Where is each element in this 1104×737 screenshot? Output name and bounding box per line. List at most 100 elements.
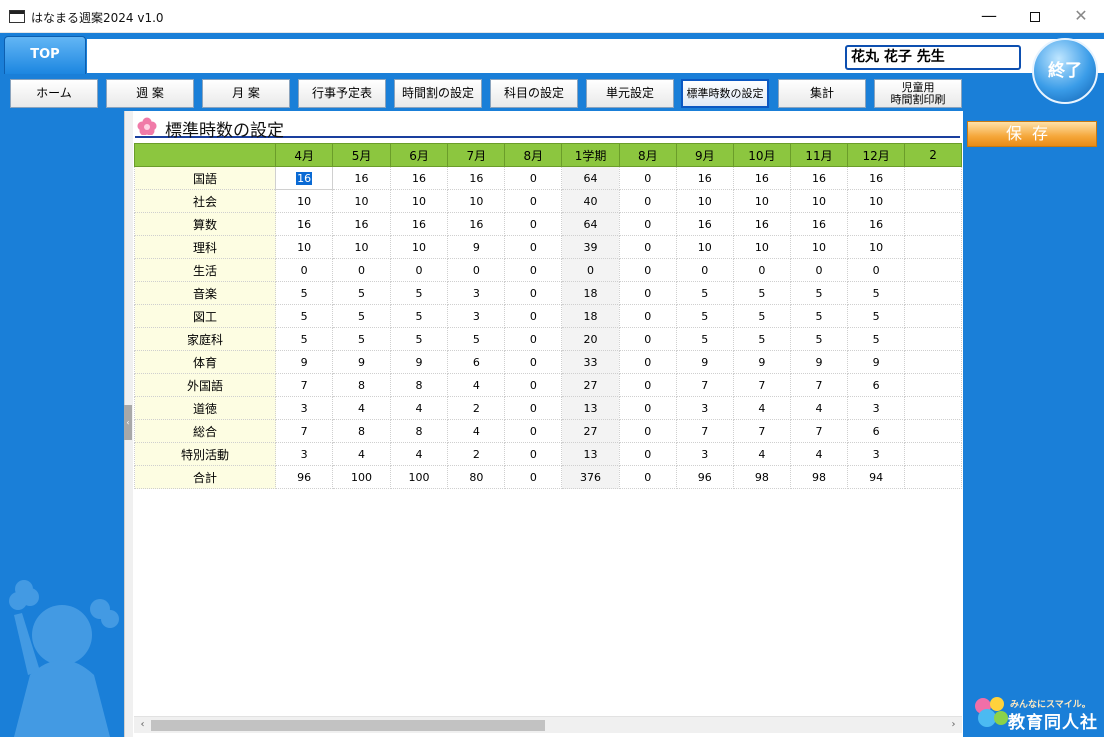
hours-cell[interactable]: 0 — [504, 189, 563, 213]
hours-cell[interactable]: 16 — [847, 166, 906, 190]
hours-cell-partial[interactable] — [904, 189, 962, 213]
hours-cell[interactable]: 0 — [504, 281, 563, 305]
hours-cell-partial[interactable] — [904, 258, 962, 282]
hours-cell-partial[interactable] — [904, 212, 962, 236]
hours-cell[interactable]: 4 — [332, 396, 391, 420]
hours-cell[interactable]: 40 — [561, 189, 620, 213]
hours-cell[interactable]: 7 — [789, 419, 849, 443]
hours-cell[interactable]: 0 — [618, 212, 677, 236]
hours-cell[interactable]: 3 — [447, 281, 506, 305]
hours-cell[interactable]: 0 — [504, 419, 563, 443]
hours-cell[interactable]: 0 — [789, 258, 849, 282]
hours-cell[interactable]: 9 — [447, 235, 506, 259]
hours-cell[interactable]: 4 — [389, 442, 449, 466]
hours-cell[interactable]: 0 — [504, 258, 563, 282]
hours-cell-partial[interactable] — [904, 235, 962, 259]
hours-cell[interactable]: 16 — [847, 212, 906, 236]
hours-cell[interactable]: 9 — [675, 350, 734, 374]
hours-cell[interactable]: 10 — [332, 235, 391, 259]
hours-cell[interactable]: 0 — [732, 258, 791, 282]
hours-cell[interactable]: 4 — [332, 442, 391, 466]
hours-cell[interactable]: 100 — [332, 465, 391, 489]
hours-cell[interactable]: 0 — [618, 419, 677, 443]
hours-cell[interactable]: 0 — [618, 189, 677, 213]
hours-cell[interactable]: 0 — [618, 281, 677, 305]
hours-cell[interactable]: 10 — [275, 189, 334, 213]
hours-cell[interactable]: 64 — [561, 212, 620, 236]
hours-cell[interactable]: 10 — [847, 189, 906, 213]
hours-cell[interactable]: 5 — [789, 327, 849, 351]
hours-cell-partial[interactable] — [904, 442, 962, 466]
hours-cell[interactable]: 5 — [275, 327, 334, 351]
hours-cell[interactable]: 16 — [675, 166, 734, 190]
hours-cell[interactable]: 3 — [275, 442, 334, 466]
hours-cell[interactable]: 4 — [447, 373, 506, 397]
hours-cell[interactable]: 10 — [732, 235, 791, 259]
hours-cell[interactable]: 5 — [389, 281, 449, 305]
hours-cell[interactable]: 100 — [389, 465, 449, 489]
hours-cell[interactable]: 5 — [275, 281, 334, 305]
hours-cell[interactable]: 0 — [618, 350, 677, 374]
hours-cell[interactable]: 5 — [332, 304, 391, 328]
hours-cell[interactable]: 2 — [447, 442, 506, 466]
nav-print-timetable[interactable]: 児童用 時間割印刷 — [874, 79, 962, 108]
hours-cell[interactable]: 10 — [675, 235, 734, 259]
hours-cell[interactable]: 5 — [789, 304, 849, 328]
hours-cell[interactable]: 16 — [675, 212, 734, 236]
splitter-grip[interactable]: ‹ — [124, 405, 132, 440]
hours-cell[interactable]: 5 — [847, 327, 906, 351]
hours-cell-partial[interactable] — [904, 327, 962, 351]
hours-cell[interactable]: 16 — [732, 212, 791, 236]
hours-cell[interactable]: 5 — [332, 281, 391, 305]
hours-cell[interactable]: 5 — [389, 304, 449, 328]
hours-cell[interactable]: 3 — [675, 396, 734, 420]
hours-cell[interactable]: 0 — [504, 396, 563, 420]
hours-cell-partial[interactable] — [904, 350, 962, 374]
hours-cell-partial[interactable] — [904, 396, 962, 420]
hours-cell[interactable]: 16 — [789, 212, 849, 236]
hours-cell[interactable]: 10 — [732, 189, 791, 213]
hours-cell[interactable]: 0 — [618, 258, 677, 282]
hours-cell[interactable]: 2 — [447, 396, 506, 420]
hours-cell[interactable]: 5 — [275, 304, 334, 328]
hours-cell[interactable]: 0 — [504, 442, 563, 466]
hours-cell[interactable]: 9 — [789, 350, 849, 374]
hours-cell[interactable]: 10 — [332, 189, 391, 213]
hours-cell[interactable]: 0 — [618, 166, 677, 190]
hours-cell[interactable]: 8 — [332, 419, 391, 443]
hours-cell[interactable]: 16 — [789, 166, 849, 190]
hours-cell[interactable]: 16 — [447, 212, 506, 236]
hours-cell[interactable]: 6 — [847, 419, 906, 443]
top-tab[interactable]: TOP — [4, 36, 86, 74]
hours-cell[interactable]: 0 — [847, 258, 906, 282]
hours-cell[interactable]: 0 — [504, 212, 563, 236]
hours-cell[interactable]: 27 — [561, 373, 620, 397]
hours-cell[interactable]: 98 — [732, 465, 791, 489]
hours-cell[interactable]: 5 — [732, 327, 791, 351]
hours-cell[interactable]: 4 — [732, 442, 791, 466]
hours-cell-partial[interactable] — [904, 373, 962, 397]
hours-cell[interactable]: 0 — [618, 442, 677, 466]
hours-cell[interactable]: 376 — [561, 465, 620, 489]
hours-cell[interactable]: 7 — [275, 419, 334, 443]
exit-button[interactable]: 終了 — [1032, 38, 1098, 104]
hours-cell[interactable]: 0 — [332, 258, 391, 282]
hours-cell[interactable]: 0 — [618, 465, 677, 489]
hours-cell[interactable]: 0 — [561, 258, 620, 282]
hours-cell[interactable]: 8 — [389, 373, 449, 397]
hours-cell[interactable]: 0 — [618, 304, 677, 328]
hours-cell[interactable]: 5 — [675, 281, 734, 305]
hours-cell[interactable]: 13 — [561, 442, 620, 466]
nav-timetable-settings[interactable]: 時間割の設定 — [394, 79, 482, 108]
hours-cell[interactable]: 10 — [675, 189, 734, 213]
hours-cell[interactable]: 5 — [732, 281, 791, 305]
nav-unit-settings[interactable]: 単元設定 — [586, 79, 674, 108]
hours-cell[interactable]: 10 — [389, 235, 449, 259]
hours-cell[interactable]: 0 — [675, 258, 734, 282]
hours-cell[interactable]: 3 — [275, 396, 334, 420]
hours-cell[interactable]: 18 — [561, 281, 620, 305]
hours-cell[interactable]: 9 — [847, 350, 906, 374]
hours-cell-partial[interactable] — [904, 304, 962, 328]
hours-cell[interactable]: 9 — [732, 350, 791, 374]
hours-cell[interactable]: 13 — [561, 396, 620, 420]
